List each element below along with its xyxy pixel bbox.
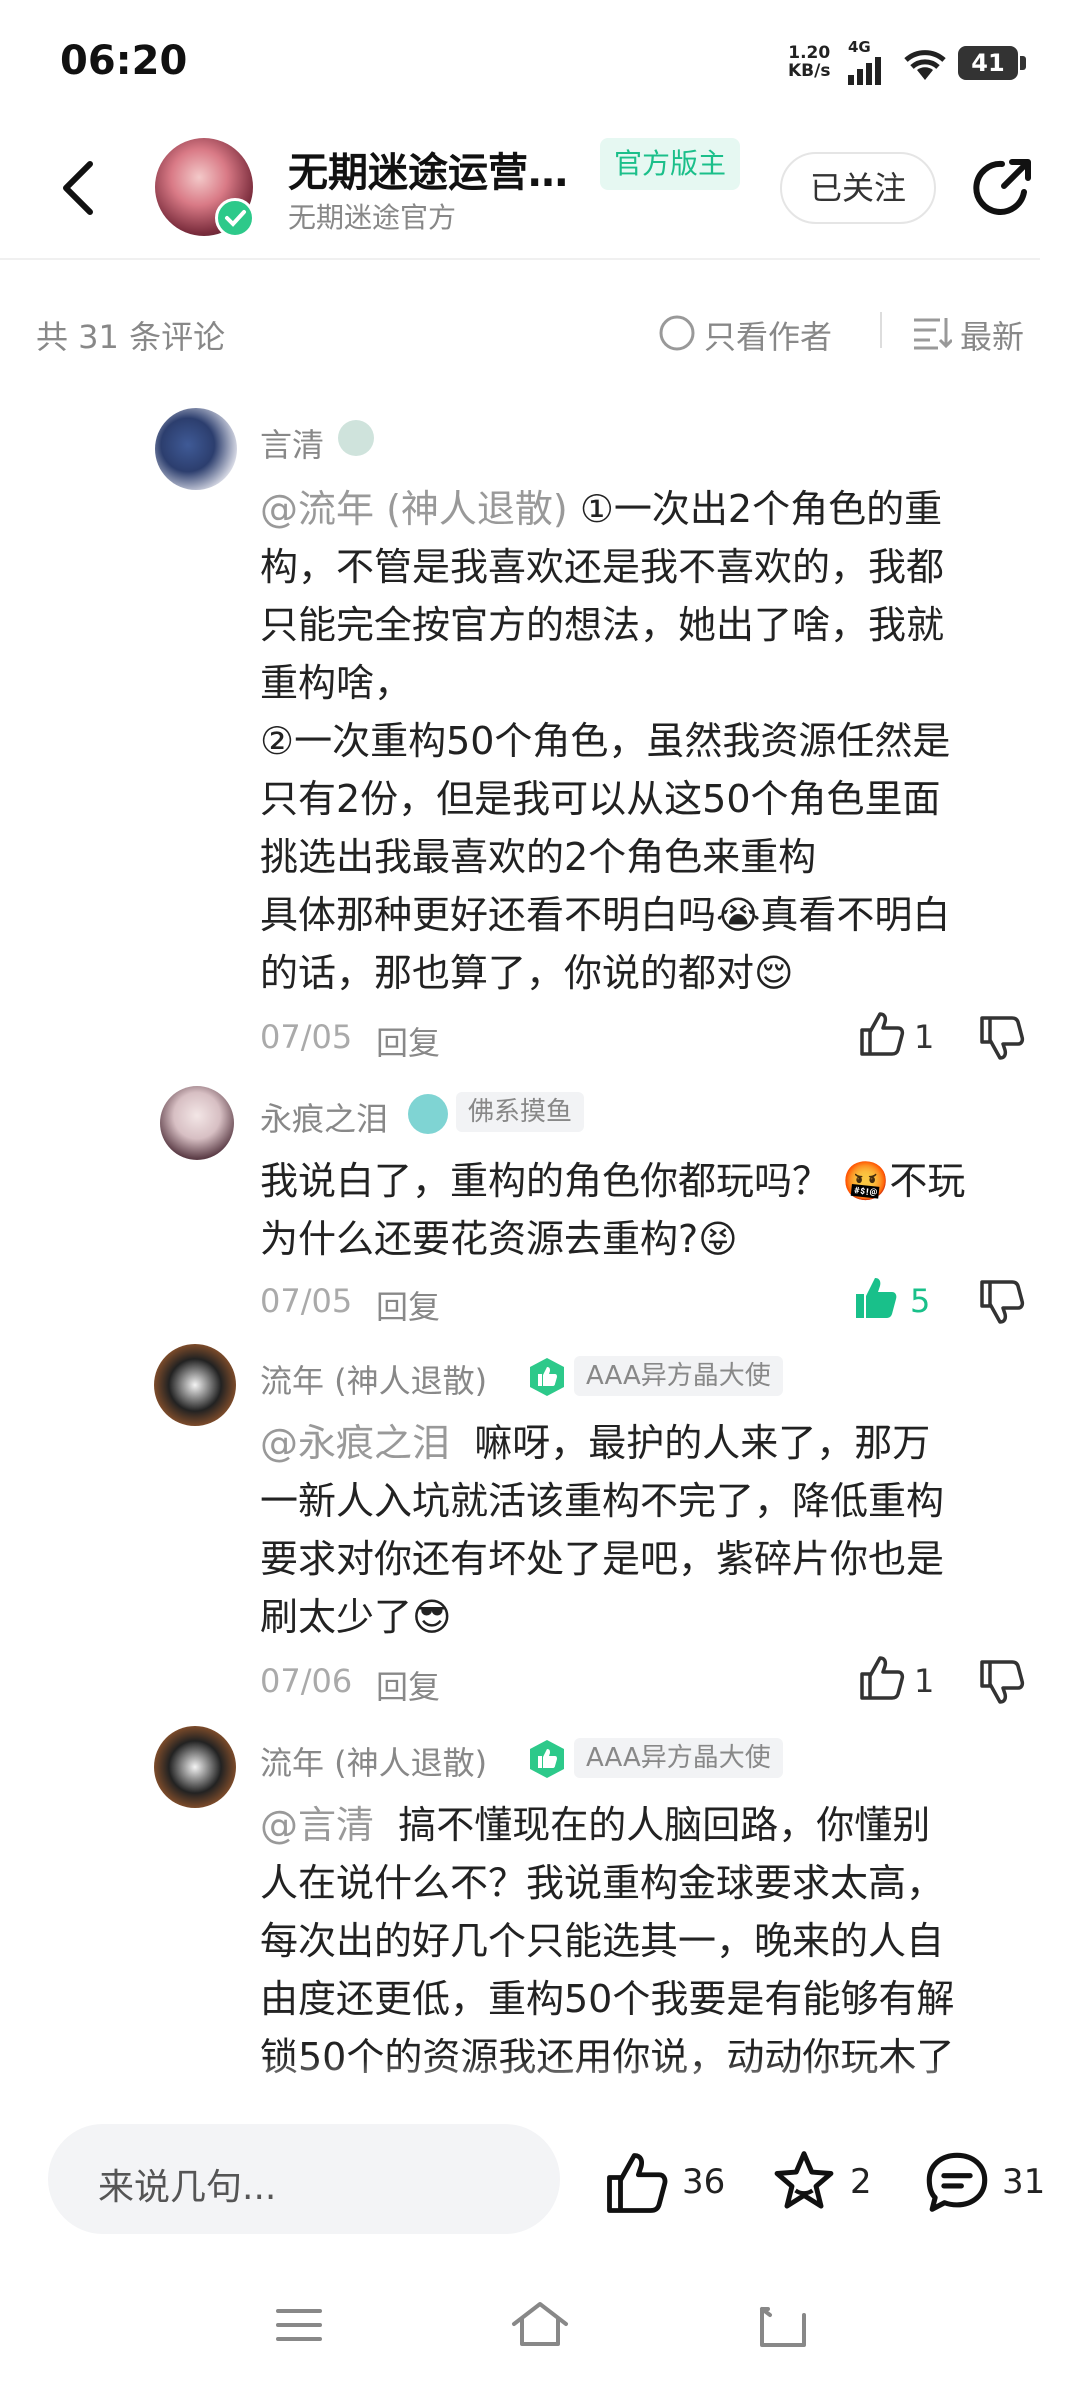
- wifi-icon: [904, 50, 946, 80]
- follow-button[interactable]: 已关注: [780, 152, 936, 224]
- favorite-count: 2: [850, 2162, 872, 2202]
- reply-button[interactable]: 回复: [376, 1282, 440, 1328]
- net-speed-unit: KB/s: [788, 61, 831, 81]
- comment-input-placeholder[interactable]: 来说几句...: [98, 2158, 276, 2210]
- mention[interactable]: @流年 (神人退散): [260, 487, 568, 531]
- avatar[interactable]: [160, 1086, 234, 1160]
- page-subtitle: 无期迷途官方: [288, 201, 457, 234]
- thumbs-down-icon[interactable]: [978, 1278, 1026, 1326]
- thumbs-up-icon[interactable]: [858, 1654, 906, 1702]
- net-speed-value: 1.20: [788, 43, 831, 63]
- mention[interactable]: @永痕之泪: [260, 1421, 450, 1465]
- reply-button[interactable]: 回复: [376, 1018, 440, 1064]
- avatar[interactable]: [154, 1344, 236, 1426]
- return-icon[interactable]: [754, 2305, 810, 2349]
- thumbs-up-icon[interactable]: [852, 1274, 900, 1322]
- page-title[interactable]: 无期迷途运营…: [288, 140, 568, 198]
- comment-author[interactable]: 言清: [260, 420, 324, 466]
- comment-author[interactable]: 永痕之泪: [260, 1094, 388, 1140]
- mention[interactable]: @言清: [260, 1803, 374, 1847]
- battery-indicator: 41: [958, 46, 1026, 80]
- sort-newest[interactable]: 最新: [960, 312, 1024, 358]
- comment-text: @永痕之泪 嘛呀，最护的人来了，那万 一新人入坑就活该重构不完了，降低重构 要求…: [260, 1421, 945, 1639]
- radio-icon[interactable]: [658, 314, 696, 352]
- level-icon: [408, 1094, 448, 1134]
- comment-date: 07/05: [260, 1018, 353, 1056]
- header-divider: [0, 258, 1040, 260]
- toolbar-separator: [880, 312, 882, 348]
- like-count: 1: [914, 1662, 935, 1700]
- comment-author[interactable]: 流年 (神人退散): [260, 1738, 487, 1784]
- comment-text: 我说白了，重构的角色你都玩吗？ 🤬不玩 为什么还要花资源去重构?😝: [260, 1159, 966, 1261]
- avatar[interactable]: [155, 408, 237, 490]
- level-icon: [530, 1358, 564, 1396]
- comment-text: @流年 (神人退散) ①一次出2个角色的重 构，不管是我喜欢还是我不喜欢的，我都…: [260, 487, 951, 995]
- comment-total: 31: [1002, 2162, 1046, 2202]
- only-author-filter[interactable]: 只看作者: [704, 312, 832, 358]
- official-badge: 官方版主: [600, 138, 741, 190]
- star-icon[interactable]: [770, 2148, 838, 2216]
- comment-text: @言清 搞不懂现在的人脑回路，你懂别 人在说什么不？我说重构金球要求太高， 每次…: [260, 1803, 955, 2079]
- verified-icon: [215, 198, 255, 238]
- post-like-count: 36: [682, 2162, 726, 2202]
- home-icon[interactable]: [510, 2300, 570, 2348]
- comment-date: 07/06: [260, 1662, 353, 1700]
- thumbs-down-icon[interactable]: [978, 1658, 1026, 1706]
- avatar[interactable]: [154, 1726, 236, 1808]
- back-icon[interactable]: [58, 158, 98, 218]
- user-tag: 佛系摸鱼: [456, 1092, 585, 1132]
- sort-icon[interactable]: [912, 316, 952, 350]
- comment-count: 共 31 条评论: [36, 318, 226, 356]
- thumbs-down-icon[interactable]: [978, 1014, 1026, 1062]
- signal-icon: 4G: [848, 40, 890, 89]
- comment-icon[interactable]: [922, 2148, 992, 2218]
- user-badge-icon: [338, 420, 374, 456]
- share-icon[interactable]: [968, 154, 1036, 222]
- net-speed: 1.20 KB/s: [788, 44, 830, 80]
- reply-button[interactable]: 回复: [376, 1662, 440, 1708]
- menu-icon[interactable]: [274, 2305, 324, 2345]
- user-tag: AAA异方晶大使: [574, 1356, 783, 1396]
- status-time: 06:20: [60, 38, 188, 84]
- comment-author[interactable]: 流年 (神人退散): [260, 1356, 487, 1402]
- network-type: 4G: [848, 38, 871, 56]
- user-tag: AAA异方晶大使: [574, 1738, 783, 1778]
- like-count: 5: [910, 1282, 931, 1320]
- comment-date: 07/05: [260, 1282, 353, 1320]
- thumbs-up-icon[interactable]: [604, 2150, 670, 2216]
- thumbs-up-icon[interactable]: [858, 1010, 906, 1058]
- level-icon: [530, 1740, 564, 1778]
- like-count: 1: [914, 1018, 935, 1056]
